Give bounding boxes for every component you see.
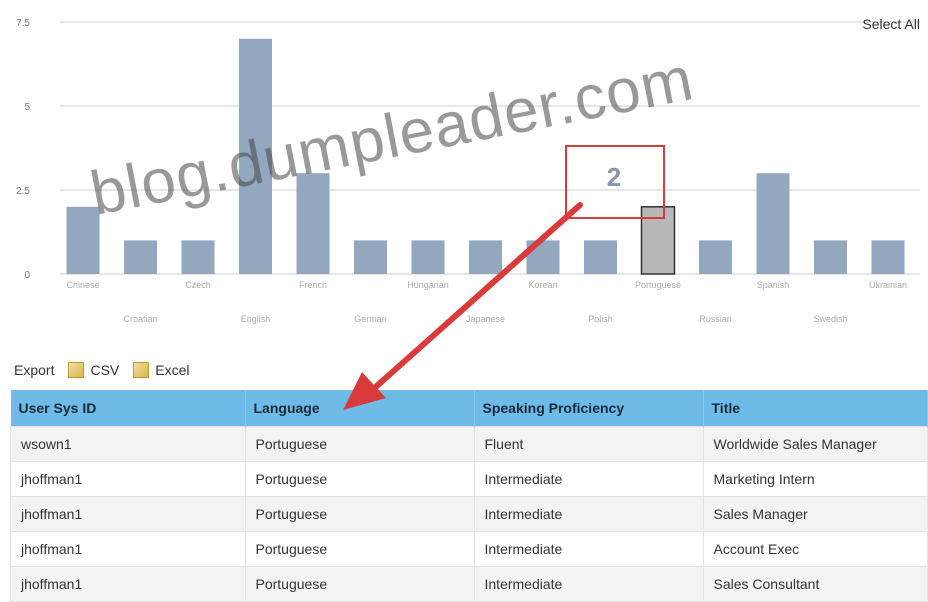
x-tick-label: English <box>241 314 271 324</box>
y-tick-label: 0 <box>24 270 30 281</box>
header-language[interactable]: Language <box>245 390 475 427</box>
table-row: jhoffman1 Portuguese Intermediate Market… <box>10 461 928 497</box>
language-cell: Portuguese <box>244 461 475 497</box>
export-label: Export <box>14 362 55 378</box>
title-cell: Worldwide Sales Manager <box>702 426 928 462</box>
x-tick-label: Hungarian <box>407 280 449 290</box>
bar-portuguese <box>640 206 676 275</box>
bar-czech <box>181 240 215 274</box>
user-id-link[interactable]: jhoffman1 <box>10 461 246 497</box>
bar-swedish <box>814 240 847 274</box>
bar-spanish <box>756 173 790 274</box>
user-id-link[interactable]: jhoffman1 <box>10 531 246 567</box>
x-tick-label: Korean <box>528 280 557 290</box>
header-speaking-proficiency[interactable]: Speaking Proficiency <box>474 390 704 427</box>
excel-icon[interactable] <box>133 362 150 378</box>
bar-ukrainian <box>871 240 905 274</box>
table-row: jhoffman1 Portuguese Intermediate Accoun… <box>10 531 928 567</box>
csv-icon[interactable] <box>68 362 85 378</box>
y-tick-label: 5 <box>24 102 30 113</box>
title-cell: Account Exec <box>702 531 928 567</box>
bar-croatian <box>124 240 157 274</box>
proficiency-cell: Intermediate <box>473 566 704 602</box>
export-csv-link[interactable]: CSV <box>90 362 119 378</box>
bar-french <box>296 173 330 274</box>
bar-chart: 0 2.5 5 7.5 Chinese Croatian Czech English Frenc… <box>0 0 928 340</box>
x-tick-label: Portuguese <box>635 280 681 290</box>
title-cell: Sales Consultant <box>702 566 928 602</box>
proficiency-cell: Intermediate <box>473 531 704 567</box>
header-user-sys-id[interactable]: User Sys ID <box>10 390 246 427</box>
x-tick-label: Ukrainian <box>869 280 907 290</box>
x-tick-label: Japanese <box>466 314 505 324</box>
bar-polish <box>584 240 617 274</box>
title-cell: Marketing Intern <box>702 461 928 497</box>
table-header-row: User Sys ID Language Speaking Proficienc… <box>10 390 928 427</box>
header-title[interactable]: Title <box>703 390 928 427</box>
bar-chinese <box>66 206 100 274</box>
callout-label: 2 <box>607 162 621 192</box>
proficiency-cell: Intermediate <box>473 461 704 497</box>
x-tick-label: Russian <box>699 314 732 324</box>
x-tick-label: Chinese <box>66 280 99 290</box>
bar-korean <box>526 240 560 274</box>
bar-hungarian <box>411 240 445 274</box>
user-id-link[interactable]: wsown1 <box>10 426 246 462</box>
export-excel-link[interactable]: Excel <box>155 362 189 378</box>
proficiency-cell: Intermediate <box>473 496 704 532</box>
table-row: jhoffman1 Portuguese Intermediate Sales … <box>10 566 928 602</box>
y-tick-label: 2.5 <box>16 186 30 197</box>
bar-japanese <box>469 240 502 274</box>
title-cell: Sales Manager <box>702 496 928 532</box>
table-row: jhoffman1 Portuguese Intermediate Sales … <box>10 496 928 532</box>
chart-svg: 0 2.5 5 7.5 Chinese Croatian Czech English Frenc… <box>16 18 920 324</box>
language-cell: Portuguese <box>244 566 475 602</box>
user-id-link[interactable]: jhoffman1 <box>10 496 246 532</box>
y-tick-label: 7.5 <box>16 18 30 29</box>
export-toolbar: Export CSV Excel <box>14 358 190 382</box>
user-id-link[interactable]: jhoffman1 <box>10 566 246 602</box>
x-tick-label: Spanish <box>757 280 790 290</box>
bar-english <box>239 38 272 274</box>
language-cell: Portuguese <box>244 426 475 462</box>
proficiency-cell: Fluent <box>473 426 704 462</box>
language-cell: Portuguese <box>244 531 475 567</box>
table-row: wsown1 Portuguese Fluent Worldwide Sales… <box>10 426 928 462</box>
x-tick-label: Czech <box>185 280 211 290</box>
bar-german <box>354 240 387 274</box>
x-tick-label: Polish <box>588 314 613 324</box>
x-tick-label: French <box>299 280 327 290</box>
bar-russian <box>699 240 732 274</box>
x-tick-label: Croatian <box>123 314 157 324</box>
x-tick-label: German <box>354 314 387 324</box>
results-table: User Sys ID Language Speaking Proficienc… <box>10 390 928 602</box>
x-tick-label: Swedish <box>813 314 847 324</box>
select-all-link[interactable]: Select All <box>862 16 920 32</box>
language-cell: Portuguese <box>244 496 475 532</box>
